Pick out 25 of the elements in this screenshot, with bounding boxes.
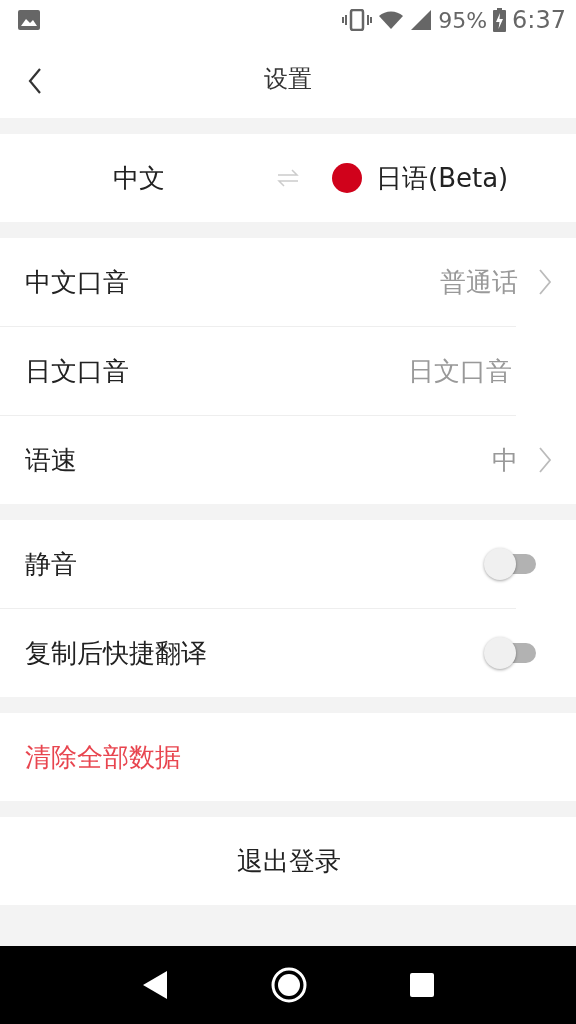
row-label: 日文口音 [25,354,130,388]
row-value: 普通话 [440,265,518,299]
image-icon [18,10,40,30]
vibrate-icon [342,9,373,31]
row-label: 复制后快捷翻译 [25,636,208,670]
row-label: 中文口音 [25,265,130,299]
recents-nav-icon[interactable] [409,972,435,998]
page-title: 设置 [264,64,312,95]
chevron-right-icon [538,269,552,295]
toggle-switch[interactable] [484,636,536,670]
battery-percent: 95% [438,7,488,33]
home-nav-icon[interactable] [271,967,307,1003]
wifi-icon [378,9,405,31]
row-label: 语速 [25,443,78,477]
clock-time: 6:37 [512,6,566,34]
signal-icon [410,9,433,31]
battery-charging-icon [493,8,507,32]
row-value: 日文口音 [408,354,512,388]
target-language[interactable]: 日语(Beta) [328,156,513,200]
source-language[interactable]: 中文 [109,156,169,200]
toggle-switch[interactable] [484,547,536,581]
back-nav-icon[interactable] [141,969,169,1001]
row-value: 中 [492,443,518,477]
chevron-right-icon [538,447,552,473]
row-label: 静音 [25,547,78,581]
